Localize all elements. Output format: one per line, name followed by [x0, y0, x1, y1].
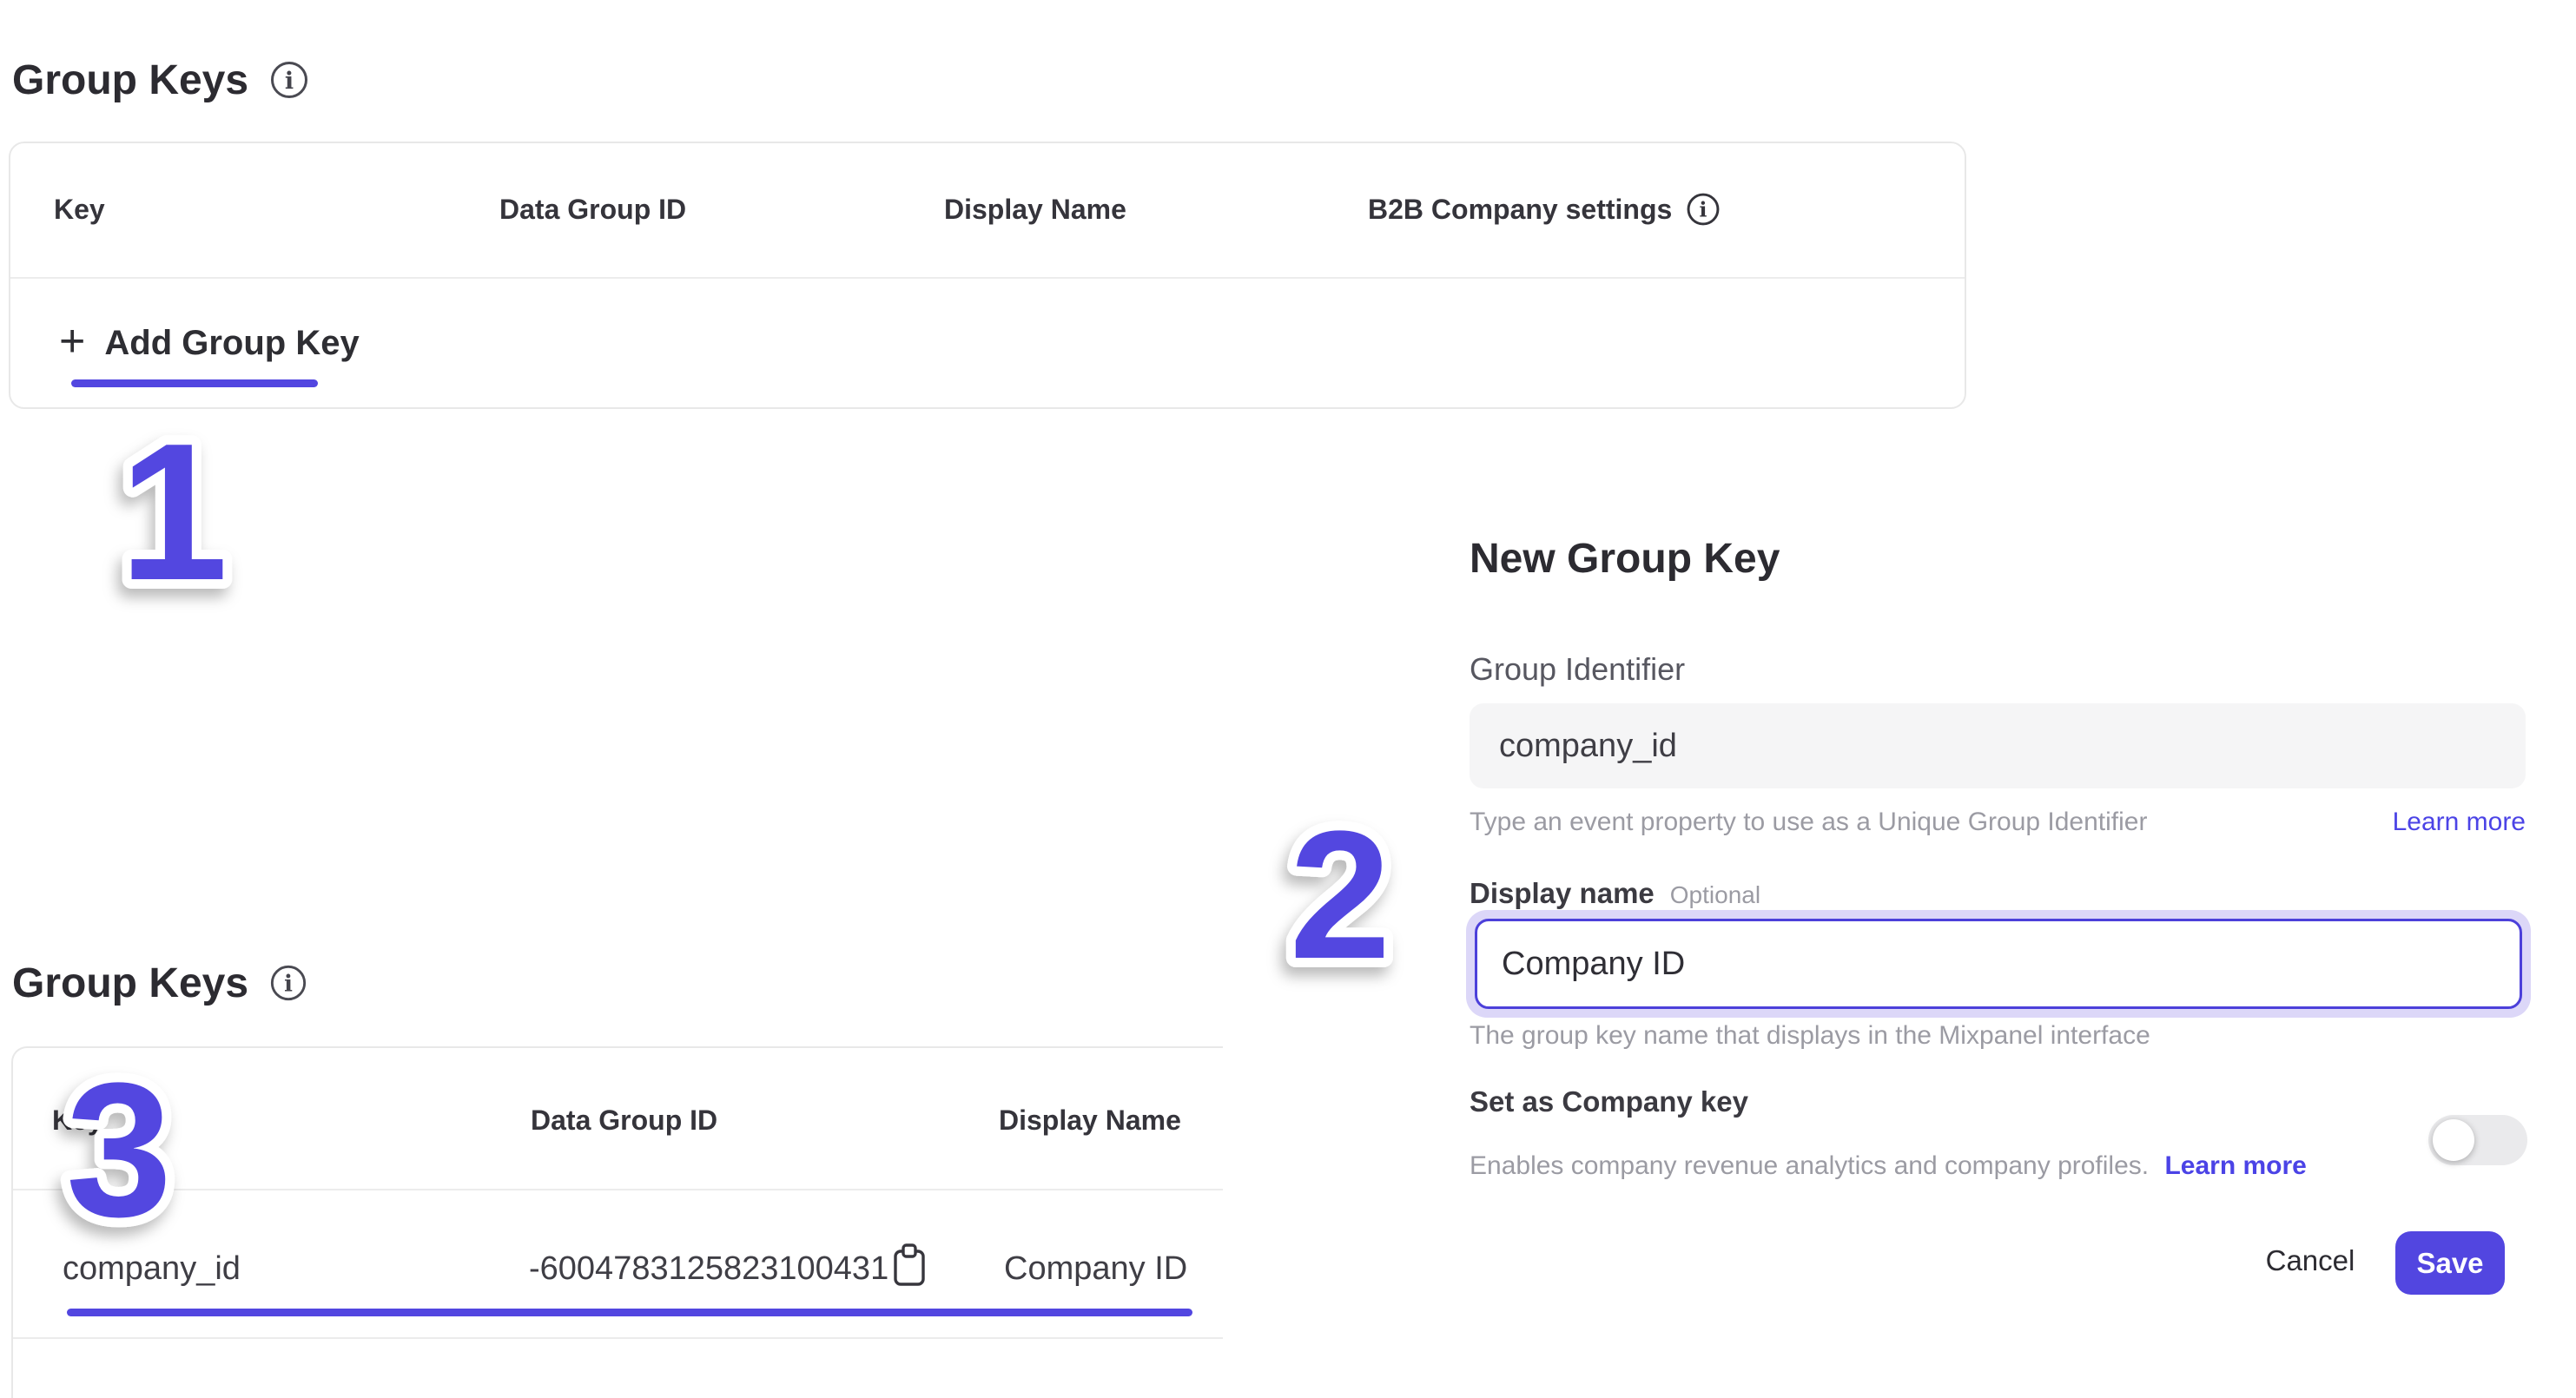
plus-icon: + — [59, 319, 85, 364]
b2b-settings-label: B2B Company settings — [1368, 193, 1672, 226]
column-header-display-name: Display Name — [999, 1104, 1181, 1137]
toggle-knob — [2433, 1119, 2474, 1161]
step-2-badge: 2 — [1236, 784, 1444, 1001]
step3-annotation-underline — [67, 1309, 1192, 1316]
column-header-b2b-settings: B2B Company settings i — [1368, 188, 1721, 230]
display-name-helper: The group key name that displays in the … — [1470, 1019, 2150, 1052]
column-header-data-group-id: Data Group ID — [499, 193, 686, 226]
copy-icon — [889, 1241, 929, 1289]
group-keys-table-empty: Key Data Group ID Display Name B2B Compa… — [9, 142, 1966, 409]
add-group-key-label: Add Group Key — [104, 324, 359, 363]
step1-annotation-underline — [71, 379, 318, 387]
display-name-focus-ring — [1466, 910, 2531, 1018]
group-keys-heading-top: Group Keys i — [12, 56, 309, 104]
display-name-label: Display name — [1470, 877, 1655, 910]
company-key-toggle[interactable] — [2428, 1115, 2527, 1165]
company-key-label: Set as Company key — [1470, 1085, 1748, 1118]
info-icon[interactable]: i — [269, 964, 307, 1002]
group-identifier-helper: Type an event property to use as a Uniqu… — [1470, 806, 2147, 839]
optional-tag: Optional — [1670, 881, 1760, 909]
group-keys-heading-bottom: Group Keys i — [12, 959, 307, 1007]
group-key-cell: company_id — [63, 1249, 241, 1289]
table-header-divider — [13, 1189, 1223, 1190]
save-button[interactable]: Save — [2395, 1231, 2505, 1295]
group-identifier-label: Group Identifier — [1470, 651, 1685, 688]
column-header-display-name: Display Name — [944, 193, 1126, 226]
table-row-divider — [13, 1337, 1223, 1339]
company-key-helper: Enables company revenue analytics and co… — [1470, 1150, 2307, 1183]
page-title: Group Keys — [12, 56, 248, 104]
step-1-number: 1 — [119, 402, 228, 621]
info-icon[interactable]: i — [269, 60, 309, 100]
page-title: Group Keys — [12, 959, 248, 1007]
step-1-badge: 1 — [52, 406, 295, 615]
group-keys-settings-screen: Group Keys i Key Data Group ID Display N… — [0, 0, 2576, 1398]
learn-more-link[interactable]: Learn more — [2393, 806, 2526, 839]
svg-text:i: i — [285, 68, 294, 95]
column-header-key: Key — [54, 193, 105, 226]
svg-text:i: i — [284, 972, 293, 998]
display-name-input[interactable] — [1475, 919, 2522, 1009]
svg-text:i: i — [1700, 198, 1707, 222]
display-name-label-row: Display name Optional — [1470, 877, 1760, 910]
cancel-button[interactable]: Cancel — [2249, 1231, 2371, 1290]
learn-more-link[interactable]: Learn more — [2164, 1151, 2306, 1180]
company-key-helper-text: Enables company revenue analytics and co… — [1470, 1151, 2149, 1180]
column-header-data-group-id: Data Group ID — [531, 1104, 717, 1137]
table-header-divider — [10, 277, 1965, 279]
add-group-key-button[interactable]: + Add Group Key — [59, 319, 360, 367]
form-title: New Group Key — [1470, 535, 1780, 584]
copy-button[interactable] — [889, 1241, 929, 1292]
column-header-key: Key — [52, 1104, 103, 1137]
data-group-id-cell: -6004783125823100431 — [529, 1249, 888, 1289]
info-icon[interactable]: i — [1686, 192, 1721, 227]
group-identifier-input[interactable] — [1470, 703, 2526, 788]
group-keys-table-filled: Key Data Group ID Display Name company_i… — [11, 1046, 1223, 1398]
display-name-cell: Company ID — [1004, 1249, 1187, 1289]
company-key-label-row: Set as Company key — [1470, 1085, 1748, 1118]
step-2-number: 2 — [1290, 793, 1391, 997]
